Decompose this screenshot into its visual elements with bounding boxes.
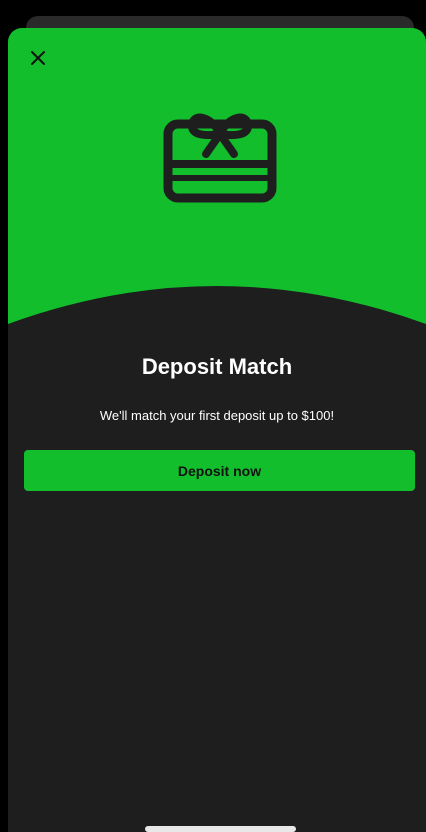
- modal-title: Deposit Match: [141, 354, 293, 379]
- gift-card-icon: [163, 113, 277, 203]
- deposit-now-button[interactable]: Deposit now: [24, 450, 415, 491]
- home-indicator: [145, 826, 296, 832]
- screen: Deposit Match We'll match your first dep…: [0, 0, 426, 832]
- deposit-match-modal: Deposit Match We'll match your first dep…: [8, 28, 426, 832]
- close-icon: [31, 51, 45, 65]
- modal-subtitle: We'll match your first deposit up to $10…: [99, 408, 335, 423]
- hero-curve: [8, 268, 426, 358]
- close-button[interactable]: [24, 44, 52, 72]
